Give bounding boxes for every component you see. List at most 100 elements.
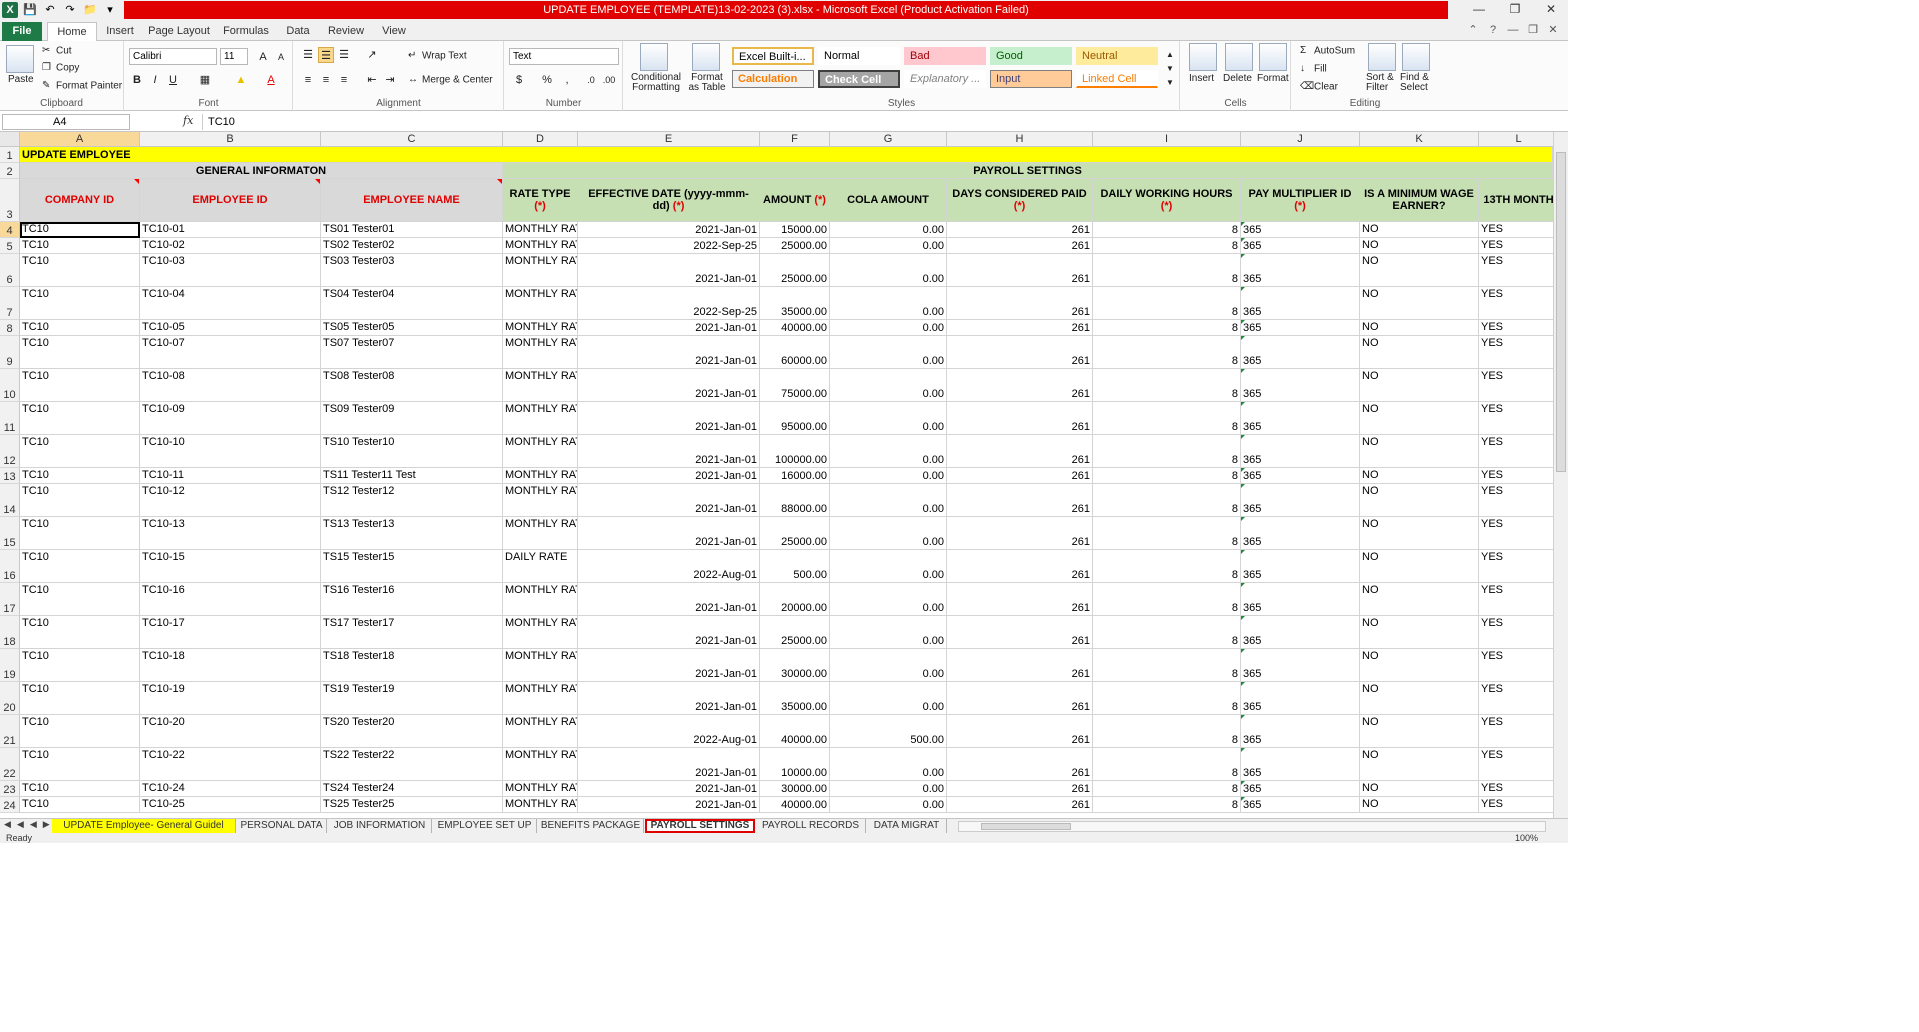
cell-h-17[interactable]: 261 bbox=[947, 583, 1093, 616]
error-indicator-icon[interactable] bbox=[1241, 715, 1245, 719]
row-header[interactable]: 17 bbox=[0, 583, 20, 616]
horizontal-scrollbar[interactable] bbox=[958, 821, 1546, 832]
cell-d-12[interactable]: MONTHLY RAT bbox=[503, 435, 578, 468]
cell-c-21[interactable]: TS20 Tester20 bbox=[321, 715, 503, 748]
cell-i-10[interactable]: 8 bbox=[1093, 369, 1241, 402]
error-indicator-icon[interactable] bbox=[1241, 517, 1245, 521]
align-left-icon[interactable]: ≡ bbox=[300, 72, 316, 88]
open-folder-icon[interactable]: 📁 bbox=[82, 2, 98, 18]
cell-e-10[interactable]: 2021-Jan-01 bbox=[578, 369, 760, 402]
cell-i-19[interactable]: 8 bbox=[1093, 649, 1241, 682]
cell-g-24[interactable]: 0.00 bbox=[830, 797, 947, 813]
cell-i-16[interactable]: 8 bbox=[1093, 550, 1241, 583]
cell-b-4[interactable]: TC10-01 bbox=[140, 222, 321, 238]
cell-l-19[interactable]: YES bbox=[1479, 649, 1553, 682]
cell-l-9[interactable]: YES bbox=[1479, 336, 1553, 369]
cell-g-14[interactable]: 0.00 bbox=[830, 484, 947, 517]
delete-cells-icon[interactable] bbox=[1225, 43, 1253, 71]
wrap-text-button[interactable]: ↵ Wrap Text bbox=[408, 50, 467, 62]
error-indicator-icon[interactable] bbox=[1241, 369, 1245, 373]
cell-j-20[interactable]: 365 bbox=[1241, 682, 1360, 715]
cell-e-14[interactable]: 2021-Jan-01 bbox=[578, 484, 760, 517]
row-header[interactable]: 9 bbox=[0, 336, 20, 369]
cell-a-5[interactable]: TC10 bbox=[20, 238, 140, 254]
cell-h-21[interactable]: 261 bbox=[947, 715, 1093, 748]
cell-g-13[interactable]: 0.00 bbox=[830, 468, 947, 484]
cell-h-23[interactable]: 261 bbox=[947, 781, 1093, 797]
row-header[interactable]: 19 bbox=[0, 649, 20, 682]
cell-k-13[interactable]: NO bbox=[1360, 468, 1479, 484]
cell-j-12[interactable]: 365 bbox=[1241, 435, 1360, 468]
column-header-c[interactable]: C bbox=[321, 132, 503, 147]
cell-d-13[interactable]: MONTHLY RAT bbox=[503, 468, 578, 484]
tab-page-layout[interactable]: Page Layout bbox=[145, 22, 213, 41]
cell-b-15[interactable]: TC10-13 bbox=[140, 517, 321, 550]
column-header-l[interactable]: L bbox=[1479, 132, 1553, 147]
cell-j-6[interactable]: 365 bbox=[1241, 254, 1360, 287]
cell-b-21[interactable]: TC10-20 bbox=[140, 715, 321, 748]
formula-input[interactable]: TC10 bbox=[202, 114, 1554, 130]
format-painter-button[interactable]: ✎ Format Painter bbox=[42, 80, 122, 92]
cell-f-7[interactable]: 35000.00 bbox=[760, 287, 830, 320]
cell-l-21[interactable]: YES bbox=[1479, 715, 1553, 748]
cell-k-11[interactable]: NO bbox=[1360, 402, 1479, 435]
cell-i-22[interactable]: 8 bbox=[1093, 748, 1241, 781]
font-size-select[interactable]: 11 bbox=[220, 48, 248, 65]
error-indicator-icon[interactable] bbox=[1241, 468, 1245, 472]
error-indicator-icon[interactable] bbox=[1241, 320, 1245, 324]
cell-j-9[interactable]: 365 bbox=[1241, 336, 1360, 369]
tab-insert[interactable]: Insert bbox=[100, 22, 140, 41]
cell-e-4[interactable]: 2021-Jan-01 bbox=[578, 222, 760, 238]
cell-c-19[interactable]: TS18 Tester18 bbox=[321, 649, 503, 682]
cell-i-5[interactable]: 8 bbox=[1093, 238, 1241, 254]
header-cola[interactable]: COLA AMOUNT bbox=[830, 179, 947, 222]
cell-j-23[interactable]: 365 bbox=[1241, 781, 1360, 797]
cell-c-20[interactable]: TS19 Tester19 bbox=[321, 682, 503, 715]
cell-i-13[interactable]: 8 bbox=[1093, 468, 1241, 484]
error-indicator-icon[interactable] bbox=[1241, 484, 1245, 488]
cell-d-4[interactable]: MONTHLY RAT bbox=[503, 222, 578, 238]
cell-f-20[interactable]: 35000.00 bbox=[760, 682, 830, 715]
tab-view[interactable]: View bbox=[374, 22, 414, 41]
row-header[interactable]: 21 bbox=[0, 715, 20, 748]
cell-c-5[interactable]: TS02 Tester02 bbox=[321, 238, 503, 254]
cell-j-10[interactable]: 365 bbox=[1241, 369, 1360, 402]
cell-b-19[interactable]: TC10-18 bbox=[140, 649, 321, 682]
row-header[interactable]: 14 bbox=[0, 484, 20, 517]
cell-b-18[interactable]: TC10-17 bbox=[140, 616, 321, 649]
tab-review[interactable]: Review bbox=[322, 22, 370, 41]
cell-h-11[interactable]: 261 bbox=[947, 402, 1093, 435]
cell-e-6[interactable]: 2021-Jan-01 bbox=[578, 254, 760, 287]
cell-a-7[interactable]: TC10 bbox=[20, 287, 140, 320]
sheet-tab-payroll-settings[interactable]: PAYROLL SETTINGS bbox=[645, 819, 755, 833]
increase-decimal-icon[interactable]: .0 bbox=[583, 72, 599, 88]
error-indicator-icon[interactable] bbox=[1241, 682, 1245, 686]
cell-i-11[interactable]: 8 bbox=[1093, 402, 1241, 435]
minimize-icon[interactable]: — bbox=[1472, 2, 1486, 16]
cell-k-8[interactable]: NO bbox=[1360, 320, 1479, 336]
error-indicator-icon[interactable] bbox=[1241, 336, 1245, 340]
cell-d-7[interactable]: MONTHLY RAT bbox=[503, 287, 578, 320]
format-cells-button[interactable]: Format bbox=[1257, 73, 1289, 84]
cell-j-13[interactable]: 365 bbox=[1241, 468, 1360, 484]
zoom-level[interactable]: 100% bbox=[1515, 833, 1538, 843]
cell-g-10[interactable]: 0.00 bbox=[830, 369, 947, 402]
cell-f-12[interactable]: 100000.00 bbox=[760, 435, 830, 468]
cell-k-20[interactable]: NO bbox=[1360, 682, 1479, 715]
comment-indicator-icon[interactable] bbox=[315, 179, 320, 184]
cell-h-12[interactable]: 261 bbox=[947, 435, 1093, 468]
cell-h-18[interactable]: 261 bbox=[947, 616, 1093, 649]
column-header-d[interactable]: D bbox=[503, 132, 578, 147]
paste-button[interactable]: Paste bbox=[8, 74, 34, 85]
cell-b-22[interactable]: TC10-22 bbox=[140, 748, 321, 781]
align-middle-icon[interactable]: ☰ bbox=[318, 47, 334, 63]
sheet-tab-benefits-package[interactable]: BENEFITS PACKAGE bbox=[538, 819, 644, 833]
cell-k-24[interactable]: NO bbox=[1360, 797, 1479, 813]
cell-h-10[interactable]: 261 bbox=[947, 369, 1093, 402]
cell-h-13[interactable]: 261 bbox=[947, 468, 1093, 484]
error-indicator-icon[interactable] bbox=[1241, 616, 1245, 620]
italic-icon[interactable]: I bbox=[147, 72, 163, 88]
cell-l-22[interactable]: YES bbox=[1479, 748, 1553, 781]
cell-c-8[interactable]: TS05 Tester05 bbox=[321, 320, 503, 336]
cell-d-21[interactable]: MONTHLY RAT bbox=[503, 715, 578, 748]
